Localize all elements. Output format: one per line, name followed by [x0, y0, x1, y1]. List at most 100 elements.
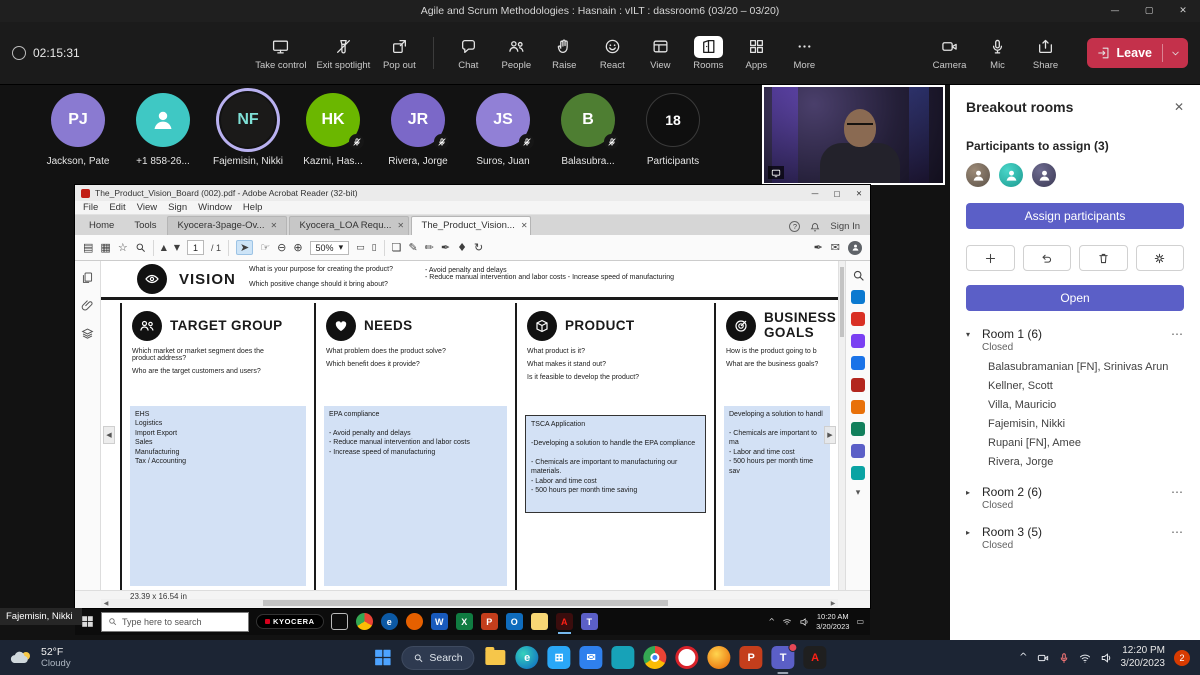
avatar[interactable]: [966, 163, 990, 187]
chrome-icon[interactable]: [643, 646, 667, 669]
scroll-left-arrow[interactable]: ◀: [101, 600, 111, 607]
clock[interactable]: 12:20 PM 3/20/2023: [1121, 645, 1166, 670]
acrobat-icon[interactable]: A: [803, 646, 827, 669]
room-2-row[interactable]: ▸ Room 2 (6) ⋯: [966, 485, 1184, 499]
participant-tile[interactable]: B Balasubra...: [560, 93, 619, 167]
send-mail-icon[interactable]: ✉: [831, 241, 840, 254]
maximize-icon[interactable]: ▢: [826, 185, 848, 201]
sign-in-button[interactable]: Sign In: [830, 221, 860, 232]
apps-button[interactable]: Apps: [733, 32, 779, 75]
layers-icon[interactable]: [81, 327, 94, 340]
highlight-icon[interactable]: ✎: [408, 241, 417, 254]
product-field[interactable]: TSCA Application -Developing a solution …: [525, 415, 706, 513]
menu-help[interactable]: Help: [243, 202, 263, 213]
rooms-button[interactable]: Rooms: [685, 32, 731, 75]
powerpoint-icon[interactable]: P: [739, 646, 763, 669]
next-view-arrow[interactable]: ▶: [824, 426, 836, 444]
notification-count-badge[interactable]: 2: [1174, 649, 1190, 666]
start-button-icon[interactable]: [81, 615, 94, 628]
excel-icon[interactable]: X: [455, 613, 473, 630]
page-thumbnails-icon[interactable]: [81, 271, 94, 284]
close-tab-icon[interactable]: ✕: [521, 221, 528, 230]
protect-tool-icon[interactable]: [851, 444, 865, 458]
chat-button[interactable]: Chat: [445, 32, 491, 75]
wifi-icon[interactable]: [1079, 652, 1091, 664]
menu-file[interactable]: File: [83, 202, 98, 213]
share-button[interactable]: Share: [1023, 32, 1069, 75]
pop-out-button[interactable]: Pop out: [376, 32, 422, 75]
wifi-icon[interactable]: [782, 617, 792, 627]
take-control-button[interactable]: Take control: [251, 32, 310, 75]
exit-spotlight-button[interactable]: Exit spotlight: [312, 32, 374, 75]
fill-sign-icon[interactable]: ✒: [814, 241, 823, 254]
open-rooms-button[interactable]: Open: [966, 285, 1184, 311]
powerpoint-icon[interactable]: P: [480, 613, 498, 630]
fit-page-icon[interactable]: ▯: [372, 243, 377, 253]
needs-field[interactable]: EPA compliance - Avoid penalty and delay…: [324, 406, 507, 586]
camera-button[interactable]: Camera: [927, 32, 973, 75]
star-icon[interactable]: ☆: [118, 241, 128, 254]
mic-in-use-icon[interactable]: [1058, 652, 1070, 664]
start-button-icon[interactable]: [373, 648, 392, 667]
opera-icon[interactable]: [675, 646, 699, 669]
maximize-icon[interactable]: ▢: [1132, 0, 1166, 22]
horizontal-scrollbar[interactable]: ◀ ▶: [101, 599, 838, 607]
view-button[interactable]: View: [637, 32, 683, 75]
help-icon[interactable]: ?: [789, 221, 801, 232]
firefox-icon[interactable]: [405, 613, 423, 630]
rooms-settings-button[interactable]: [1135, 245, 1184, 271]
organize-pages-tool-icon[interactable]: [851, 400, 865, 414]
participant-tile[interactable]: PJ Jackson, Pate: [47, 93, 109, 167]
taskbar-search-input[interactable]: Type here to search: [101, 611, 249, 632]
account-avatar-icon[interactable]: [848, 240, 862, 255]
room-member[interactable]: Villa, Mauricio: [966, 395, 1184, 414]
previous-view-arrow[interactable]: ◀: [103, 426, 115, 444]
stamp-icon[interactable]: ♦: [457, 241, 467, 254]
leave-options-button[interactable]: [1163, 48, 1188, 59]
save-icon[interactable]: ▤: [83, 241, 93, 254]
shared-clock[interactable]: 10:20 AM 3/20/2023: [816, 612, 849, 632]
room-member[interactable]: Rivera, Jorge: [966, 452, 1184, 471]
room-member[interactable]: Fajemisin, Nikki: [966, 414, 1184, 433]
hidden-icons-chevron[interactable]: ^: [768, 617, 775, 626]
room-more-icon[interactable]: ⋯: [1171, 485, 1184, 499]
zoom-level-select[interactable]: 50% ▾: [309, 240, 350, 255]
room-3-row[interactable]: ▸ Room 3 (5) ⋯: [966, 525, 1184, 539]
firefox-icon[interactable]: [707, 646, 731, 669]
delete-rooms-button[interactable]: [1079, 245, 1128, 271]
room-member[interactable]: Rupani [FN], Amee: [966, 433, 1184, 452]
leave-button[interactable]: Leave: [1086, 38, 1188, 68]
tab-document-1[interactable]: Kyocera-3page-Ov... ✕: [166, 216, 287, 235]
store-icon[interactable]: ⊞: [547, 646, 571, 669]
menu-view[interactable]: View: [137, 202, 157, 213]
create-pdf-tool-icon[interactable]: [851, 312, 865, 326]
more-button[interactable]: More: [781, 32, 827, 75]
participant-count-tile[interactable]: 18 Participants: [645, 93, 701, 167]
tab-home[interactable]: Home: [79, 217, 124, 235]
edge-icon[interactable]: e: [515, 646, 539, 669]
avatar[interactable]: [1032, 163, 1056, 187]
close-tab-icon[interactable]: ✕: [397, 221, 404, 230]
scrollbar-thumb[interactable]: [840, 267, 844, 337]
chrome-icon[interactable]: [355, 613, 373, 630]
people-button[interactable]: People: [493, 32, 539, 75]
close-panel-icon[interactable]: ✕: [1174, 100, 1184, 114]
avatar[interactable]: [999, 163, 1023, 187]
attachments-icon[interactable]: [81, 299, 94, 312]
close-icon[interactable]: ✕: [1166, 0, 1200, 22]
hand-tool-icon[interactable]: ☞: [260, 241, 270, 254]
page-number-input[interactable]: 1: [187, 240, 204, 255]
comment-icon[interactable]: ❏: [392, 241, 402, 254]
close-icon[interactable]: ✕: [848, 185, 870, 201]
volume-icon[interactable]: [1100, 652, 1112, 664]
add-room-button[interactable]: [966, 245, 1015, 271]
sign-icon[interactable]: ✒: [441, 241, 450, 254]
expand-icon[interactable]: ▸: [966, 528, 976, 537]
combine-files-tool-icon[interactable]: [851, 378, 865, 392]
scrollbar-thumb[interactable]: [263, 600, 669, 606]
room-1-row[interactable]: ▾ Room 1 (6) ⋯: [966, 327, 1184, 341]
next-page-icon[interactable]: ▼: [174, 243, 180, 252]
participant-tile[interactable]: +1 858-26...: [135, 93, 191, 167]
tab-document-2[interactable]: Kyocera_LOA Requ... ✕: [288, 216, 409, 235]
weather-widget[interactable]: 52°F Cloudy: [10, 646, 71, 669]
